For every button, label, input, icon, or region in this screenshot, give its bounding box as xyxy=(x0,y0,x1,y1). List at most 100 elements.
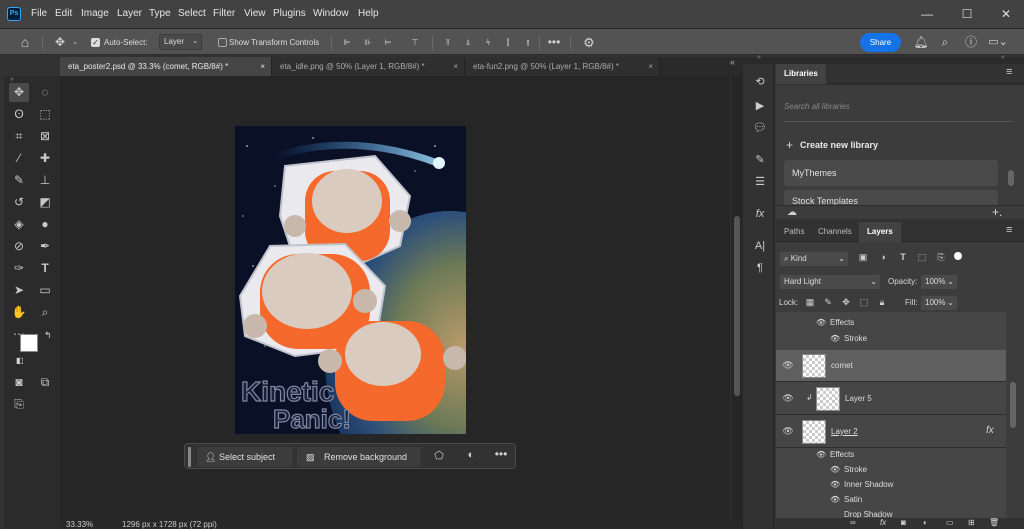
quick-mask-icon[interactable]: ◙ xyxy=(9,373,29,392)
align-center-icon[interactable]: ⊪ xyxy=(361,29,375,56)
new-layer-icon[interactable]: ⊞ xyxy=(968,518,975,527)
chevron-down-icon[interactable]: ⌄ xyxy=(70,29,80,56)
paragraph-icon[interactable]: ¶ xyxy=(749,258,771,278)
blend-mode-dropdown[interactable]: Hard Light ⌄ xyxy=(779,274,881,290)
distribute-middle-icon[interactable]: ⫫ xyxy=(461,29,475,56)
more-options-icon[interactable]: ••• xyxy=(492,447,510,461)
menu-help[interactable]: Help xyxy=(358,0,379,28)
close-tab-icon[interactable]: × xyxy=(260,57,265,76)
move-tool-icon[interactable]: ✥ xyxy=(50,29,70,56)
eraser-icon[interactable]: ◩ xyxy=(35,193,55,212)
menu-type[interactable]: Type xyxy=(149,0,171,28)
tab-eta-idle[interactable]: eta_idle.png @ 50% (Layer 1, RGB/8#) * × xyxy=(272,57,465,76)
eye-icon[interactable]: 👁︎ xyxy=(782,426,794,437)
gear-icon[interactable]: ⚙ xyxy=(580,29,598,56)
workspace-icon[interactable]: ▭⌄ xyxy=(987,29,1009,56)
filter-shape-icon[interactable]: ⬚ xyxy=(915,252,929,263)
tab-paths[interactable]: Paths xyxy=(776,222,812,242)
help-icon[interactable]: ⓘ xyxy=(962,29,980,56)
select-subject-button[interactable]: 👤︎ Select subject xyxy=(197,447,293,467)
bell-icon[interactable]: 🔔︎ xyxy=(912,29,930,56)
lock-artboard-icon[interactable]: ⬚ xyxy=(858,297,870,308)
zoom-tool-icon[interactable]: ⌕ xyxy=(35,303,55,322)
tab-eta-poster2[interactable]: eta_poster2.psd @ 33.3% (comet, RGB/8#) … xyxy=(60,57,272,76)
layer-filter-kind[interactable]: ⌕ Kind ⌄ xyxy=(779,251,849,267)
menu-select[interactable]: Select xyxy=(178,0,206,28)
history-brush-icon[interactable]: ↺ xyxy=(9,193,29,212)
remove-background-button[interactable]: ▨ Remove background xyxy=(297,447,421,467)
eye-icon[interactable]: 👁︎ xyxy=(830,334,840,343)
distribute-right-icon[interactable]: ⫾ xyxy=(521,29,535,56)
brushes-icon[interactable]: ✎ xyxy=(749,150,771,170)
scrollbar-thumb[interactable] xyxy=(1010,382,1016,428)
menu-file[interactable]: File xyxy=(31,0,47,28)
filter-type-icon[interactable]: T xyxy=(896,252,910,262)
search-icon[interactable]: ⌕ xyxy=(936,29,954,56)
eyedropper-icon[interactable]: ⁄ xyxy=(9,149,29,168)
menu-filter[interactable]: Filter xyxy=(213,0,235,28)
collapse-panels-icon[interactable]: « xyxy=(730,57,735,67)
collapse-icon[interactable]: » xyxy=(757,54,761,61)
paint-bucket-icon[interactable]: ◈ xyxy=(9,215,29,234)
healing-brush-icon[interactable]: ✚ xyxy=(35,149,55,168)
character-icon[interactable]: A| xyxy=(749,236,771,256)
auto-select-checkbox[interactable]: ✓ xyxy=(91,38,100,47)
lock-transparent-icon[interactable]: ▦ xyxy=(804,297,816,308)
menu-edit[interactable]: Edit xyxy=(55,0,72,28)
tab-layers[interactable]: Layers xyxy=(859,222,901,242)
default-colors-icon[interactable]: ◧ xyxy=(16,356,24,365)
move-tool-icon[interactable]: ✥ xyxy=(9,83,29,102)
home-icon[interactable]: ⌂ xyxy=(14,29,36,56)
add-style-icon[interactable]: fx xyxy=(880,518,886,527)
fx-icon[interactable]: fx xyxy=(986,425,994,436)
lasso-tool-icon[interactable]: ʘ xyxy=(9,105,29,124)
layer-comet[interactable]: 👁︎ comet xyxy=(776,350,1006,382)
dodge-tool-icon[interactable]: ⊘ xyxy=(9,237,29,256)
distribute-left-icon[interactable]: ⫿ xyxy=(501,29,515,56)
link-layers-icon[interactable]: ∞ xyxy=(850,518,856,527)
crop-tool-icon[interactable]: ⌗ xyxy=(9,127,29,146)
drag-handle[interactable] xyxy=(188,447,191,467)
close-icon[interactable]: ✕ xyxy=(989,0,1023,28)
menu-plugins[interactable]: Plugins xyxy=(273,0,306,28)
path-select-icon[interactable]: ➤ xyxy=(9,281,29,300)
transform-controls-checkbox[interactable] xyxy=(218,38,227,47)
effect-satin[interactable]: 👁︎ Satin xyxy=(776,495,1006,510)
tab-eta-fun2[interactable]: eta-fun2.png @ 50% (Layer 1, RGB/8#) * × xyxy=(465,57,660,76)
layers-scrollbar[interactable] xyxy=(1008,312,1018,512)
more-options-icon[interactable]: ••• xyxy=(546,29,562,56)
trash-icon[interactable]: 🗑︎ xyxy=(989,518,999,527)
brush-tool-icon[interactable]: ✎ xyxy=(9,171,29,190)
styles-fx-icon[interactable]: fx xyxy=(749,204,771,224)
collapse-icon[interactable]: « xyxy=(1001,54,1005,61)
tab-channels[interactable]: Channels xyxy=(810,222,860,242)
zoom-level[interactable]: 33.33% xyxy=(66,520,93,529)
library-scrollbar-thumb[interactable] xyxy=(1008,170,1014,186)
filter-toggle-icon[interactable] xyxy=(954,252,962,260)
library-search-input[interactable]: Search all libraries xyxy=(784,102,850,111)
scrollbar-thumb[interactable] xyxy=(734,216,740,396)
comments-icon[interactable]: 💬︎ xyxy=(749,118,771,138)
effect-stroke[interactable]: 👁︎ Stroke xyxy=(776,334,1006,349)
distribute-bottom-icon[interactable]: ⫩ xyxy=(481,29,495,56)
opacity-input[interactable]: 100% ⌄ xyxy=(920,274,958,290)
maximize-icon[interactable]: ☐ xyxy=(950,0,984,28)
cloud-icon[interactable]: ☁ xyxy=(787,207,797,218)
menu-window[interactable]: Window xyxy=(313,0,349,28)
hand-tool-icon[interactable]: ✋ xyxy=(9,303,29,322)
rectangle-tool-icon[interactable]: ▭ xyxy=(35,281,55,300)
menu-image[interactable]: Image xyxy=(81,0,109,28)
blur-tool-icon[interactable]: ● xyxy=(35,215,55,234)
eye-icon[interactable]: 👁︎ xyxy=(830,495,840,504)
minimize-icon[interactable]: — xyxy=(910,0,944,28)
adjustment-icon[interactable]: ◐ xyxy=(462,449,480,461)
menu-view[interactable]: View xyxy=(244,0,266,28)
eye-icon[interactable]: 👁︎ xyxy=(816,318,826,327)
distribute-top-icon[interactable]: ⫪ xyxy=(441,29,455,56)
eye-icon[interactable]: 👁︎ xyxy=(816,450,826,459)
library-item-mythemes[interactable]: MyThemes xyxy=(784,160,998,186)
add-icon[interactable]: +. xyxy=(992,205,1002,219)
effect-drop-shadow[interactable]: Drop Shadow xyxy=(776,510,1006,518)
share-button[interactable]: Share xyxy=(860,33,901,52)
lock-all-icon[interactable]: 🔒︎ xyxy=(876,297,888,308)
